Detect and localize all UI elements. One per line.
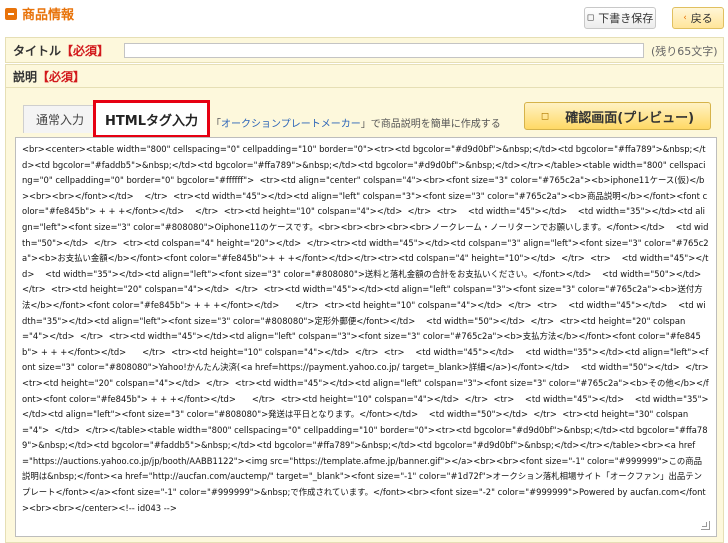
- save-icon: ◻: [586, 13, 595, 23]
- tab-normal-input[interactable]: 通常入力: [23, 105, 97, 133]
- title-input[interactable]: [124, 43, 644, 58]
- section-title-text: 商品情報: [22, 8, 75, 23]
- minus-square-icon: [5, 7, 17, 20]
- template-maker-link[interactable]: 「オークションプレートメーカー」で商品説明を簡単に作成する: [211, 115, 501, 130]
- tab-html-input[interactable]: HTMLタグ入力: [93, 100, 210, 138]
- maker-link-text[interactable]: オークションプレートメーカー: [221, 119, 361, 130]
- back-label: 戻る: [690, 12, 713, 25]
- maker-link-suffix: 」で商品説明を簡単に作成する: [360, 119, 501, 130]
- resize-handle-icon[interactable]: [701, 521, 710, 530]
- description-editor: 通常入力 HTMLタグ入力 「オークションプレートメーカー」で商品説明を簡単に作…: [5, 88, 724, 543]
- title-row: タイトル【必須】 (残り65文字): [5, 37, 724, 63]
- header: 商品情報 ◻ 下書き保存 ‹ 戻る: [0, 0, 728, 36]
- maker-link-prefix: 「: [211, 119, 221, 130]
- description-required-badge: 【必須】: [37, 69, 86, 84]
- description-label: 説明【必須】: [6, 68, 85, 85]
- html-source-textarea[interactable]: <br><center><table width="800" cellspaci…: [15, 137, 717, 537]
- preview-icon: ◻: [540, 110, 550, 122]
- description-row: 説明【必須】: [5, 64, 724, 88]
- title-required-badge: 【必須】: [61, 43, 110, 58]
- save-draft-button[interactable]: ◻ 下書き保存: [584, 7, 656, 29]
- preview-label: 確認画面(プレビュー): [565, 110, 695, 126]
- title-label-text: タイトル: [13, 43, 62, 58]
- html-source-text: <br><center><table width="800" cellspaci…: [22, 144, 714, 513]
- back-button[interactable]: ‹ 戻る: [672, 7, 724, 29]
- description-label-text: 説明: [13, 69, 38, 84]
- section-title: 商品情報: [5, 4, 74, 23]
- title-label: タイトル【必須】: [6, 42, 109, 59]
- chevron-left-icon: ‹: [683, 13, 687, 23]
- preview-button[interactable]: ◻ 確認画面(プレビュー): [524, 102, 711, 130]
- title-remaining-count: (残り65文字): [651, 45, 718, 58]
- save-draft-label: 下書き保存: [598, 12, 654, 25]
